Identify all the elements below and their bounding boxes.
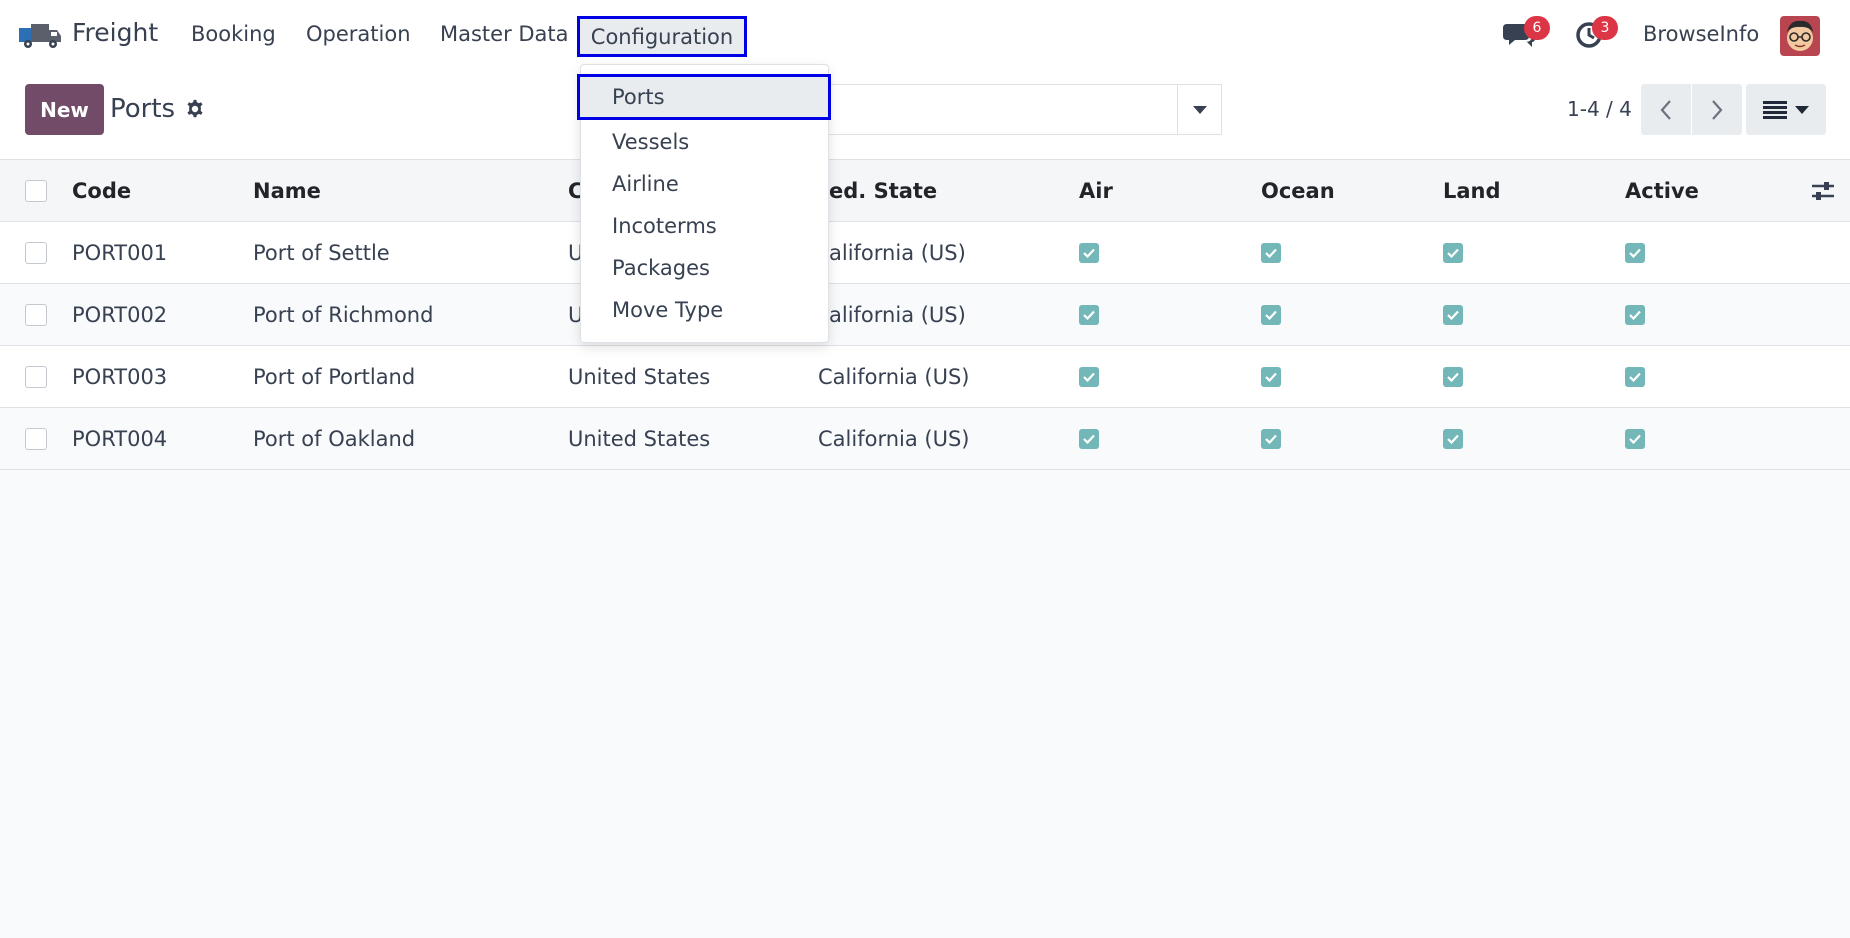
new-button[interactable]: New xyxy=(25,84,104,135)
cell-ocean xyxy=(1261,284,1281,346)
header-ocean[interactable]: Ocean xyxy=(1261,160,1335,222)
table-row[interactable]: PORT003 Port of Portland United States C… xyxy=(0,346,1850,408)
check-icon xyxy=(1443,243,1463,263)
cell-active xyxy=(1625,346,1645,408)
check-icon xyxy=(1079,243,1099,263)
user-avatar[interactable] xyxy=(1780,16,1820,56)
gear-icon[interactable] xyxy=(184,98,206,120)
check-icon xyxy=(1625,305,1645,325)
cell-state: alifornia (US) xyxy=(829,241,966,265)
chevron-left-icon xyxy=(1660,99,1671,120)
cell-code: PORT004 xyxy=(72,427,168,451)
chevron-right-icon xyxy=(1712,99,1723,120)
menu-configuration[interactable]: Configuration xyxy=(577,16,747,57)
cell-name: Port of Richmond xyxy=(253,303,434,327)
row-checkbox[interactable] xyxy=(25,366,47,388)
check-icon xyxy=(1079,305,1099,325)
table-row[interactable]: PORT001 Port of Settle U alifornia (US) xyxy=(0,222,1850,284)
page-title[interactable]: Ports xyxy=(110,94,175,124)
cell-air xyxy=(1079,346,1099,408)
cell-ocean xyxy=(1261,408,1281,470)
pager-previous-button[interactable] xyxy=(1641,84,1691,135)
check-icon xyxy=(1625,429,1645,449)
cell-active xyxy=(1625,222,1645,284)
dropdown-item-packages[interactable]: Packages xyxy=(581,247,828,289)
check-icon xyxy=(1261,429,1281,449)
column-settings-icon[interactable] xyxy=(1810,178,1836,204)
cell-ocean xyxy=(1261,222,1281,284)
check-icon xyxy=(1443,367,1463,387)
dropdown-item-ports[interactable]: Ports xyxy=(577,74,831,120)
pager-value[interactable]: 1-4 / 4 xyxy=(1567,97,1632,121)
check-icon xyxy=(1261,305,1281,325)
search-input[interactable] xyxy=(820,84,1178,135)
list-view-icon xyxy=(1763,100,1787,119)
chevron-down-icon xyxy=(1795,105,1809,114)
check-icon xyxy=(1261,243,1281,263)
check-icon xyxy=(1625,367,1645,387)
table-row[interactable]: PORT004 Port of Oakland United States Ca… xyxy=(0,408,1850,470)
row-checkbox[interactable] xyxy=(25,304,47,326)
cell-code: PORT002 xyxy=(72,303,168,327)
check-icon xyxy=(1443,429,1463,449)
search-options-toggle[interactable] xyxy=(1177,84,1222,135)
row-checkbox[interactable] xyxy=(25,428,47,450)
messages-badge: 6 xyxy=(1524,16,1550,40)
check-icon xyxy=(1261,367,1281,387)
cell-country: United States xyxy=(568,365,711,389)
menu-operation[interactable]: Operation xyxy=(306,22,411,46)
cell-active xyxy=(1625,284,1645,346)
menu-master-data[interactable]: Master Data xyxy=(440,22,569,46)
header-active[interactable]: Active xyxy=(1625,160,1699,222)
cell-land xyxy=(1443,346,1463,408)
cell-state: California (US) xyxy=(818,427,970,451)
dropdown-item-vessels[interactable]: Vessels xyxy=(581,121,828,163)
dropdown-item-move-type[interactable]: Move Type xyxy=(581,289,828,331)
header-name[interactable]: Name xyxy=(253,160,321,222)
check-icon xyxy=(1625,243,1645,263)
header-state[interactable]: ed. State xyxy=(829,160,937,222)
cell-code: PORT003 xyxy=(72,365,168,389)
cell-ocean xyxy=(1261,346,1281,408)
cell-air xyxy=(1079,222,1099,284)
header-land[interactable]: Land xyxy=(1443,160,1501,222)
header-air[interactable]: Air xyxy=(1079,160,1113,222)
menu-configuration-label: Configuration xyxy=(590,24,734,49)
cell-name: Port of Portland xyxy=(253,365,416,389)
cell-name: Port of Oakland xyxy=(253,427,416,451)
row-checkbox[interactable] xyxy=(25,242,47,264)
select-all-checkbox[interactable] xyxy=(25,180,47,202)
cell-state: California (US) xyxy=(818,365,970,389)
activities-badge: 3 xyxy=(1592,16,1618,40)
menu-booking[interactable]: Booking xyxy=(191,22,276,46)
cell-land xyxy=(1443,222,1463,284)
check-icon xyxy=(1443,305,1463,325)
cell-active xyxy=(1625,408,1645,470)
cell-code: PORT001 xyxy=(72,241,168,265)
cell-air xyxy=(1079,408,1099,470)
dropdown-item-incoterms[interactable]: Incoterms xyxy=(581,205,828,247)
cell-land xyxy=(1443,408,1463,470)
cell-state: alifornia (US) xyxy=(829,303,966,327)
cell-air xyxy=(1079,284,1099,346)
truck-icon[interactable] xyxy=(19,24,61,50)
check-icon xyxy=(1079,429,1099,449)
cell-name: Port of Settle xyxy=(253,241,390,265)
pager-next-button[interactable] xyxy=(1692,84,1742,135)
control-panel: New Ports 1-4 / 4 xyxy=(0,70,1850,160)
table-row[interactable]: PORT002 Port of Richmond U alifornia (US… xyxy=(0,284,1850,346)
cell-country: United States xyxy=(568,427,711,451)
table-header: Code Name C ed. State Air Ocean Land Act… xyxy=(0,160,1850,222)
check-icon xyxy=(1079,367,1099,387)
user-menu[interactable]: BrowseInfo xyxy=(1643,22,1759,46)
top-navbar: Freight Booking Operation Master Data Co… xyxy=(0,0,1850,70)
chevron-down-icon xyxy=(1192,105,1207,114)
app-brand[interactable]: Freight xyxy=(72,18,158,47)
view-switcher[interactable] xyxy=(1746,84,1826,135)
dropdown-item-airline[interactable]: Airline xyxy=(581,163,828,205)
header-code[interactable]: Code xyxy=(72,160,131,222)
cell-land xyxy=(1443,284,1463,346)
